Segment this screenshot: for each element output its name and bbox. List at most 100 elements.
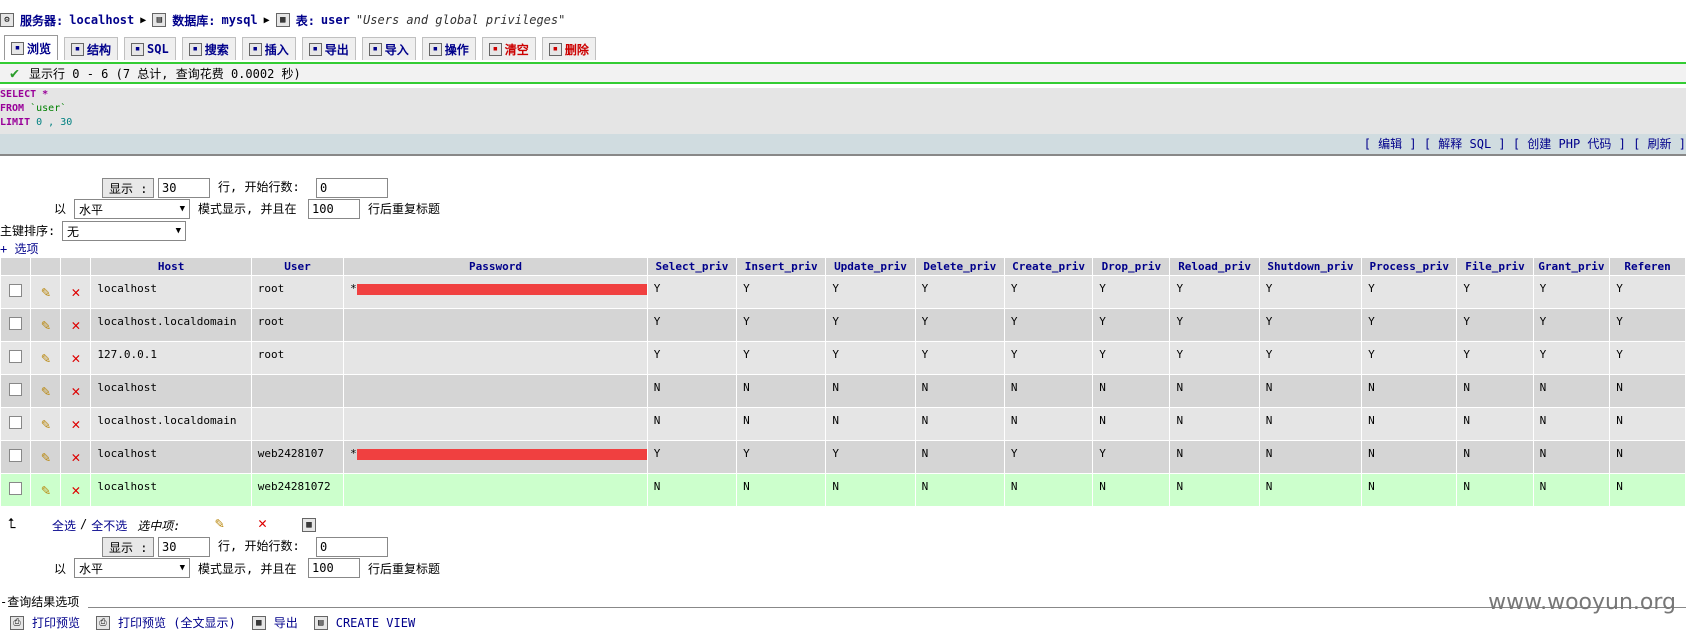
column-header[interactable]: File_priv [1456,257,1534,276]
delete-icon[interactable]: ✕ [71,481,80,499]
column-header[interactable]: Insert_priv [736,257,827,276]
display-mode-select[interactable]: 水平 ▼ [74,199,190,219]
row-checkbox[interactable] [9,416,23,429]
edit-icon[interactable]: ✎ [41,448,50,466]
display-mode-select-bottom[interactable]: 水平 ▼ [74,558,190,578]
sort-select[interactable]: 无 ▼ [62,221,186,241]
row-checkbox[interactable] [9,350,23,363]
cell-privilege: N [1609,374,1686,408]
tab-drop[interactable]: ▪ 删除 [541,37,596,60]
table-row[interactable]: ✎ ✕ localhost root * Y Y Y Y Y Y Y Y Y Y Y Y [0,275,1686,309]
row-checkbox[interactable] [9,284,23,297]
start-row-input-bottom[interactable]: 0 [316,537,388,557]
uncheck-all-link[interactable]: 全不选 [91,517,127,534]
row-checkbox[interactable] [9,383,23,396]
show-button[interactable]: 显示 : [102,178,155,198]
repeat-headers-input[interactable]: 100 [308,199,360,219]
table-row[interactable]: ✎ ✕ localhost web2428107 * Y Y Y N Y Y N N N N N N [0,440,1686,474]
column-header[interactable]: Drop_priv [1092,257,1171,276]
row-checkbox[interactable] [9,482,23,495]
check-all-link[interactable]: 全选 [52,517,76,534]
edit-icon[interactable]: ✎ [41,316,50,334]
column-header[interactable]: Delete_priv [914,257,1005,276]
show-button-bottom[interactable]: 显示 : [102,537,155,557]
cell-privilege: Y [1092,440,1171,474]
tab-structure[interactable]: ▪ 结构 [64,37,119,60]
table-row[interactable]: ✎ ✕ localhost.localdomain N N N N N N N N N N N N [0,407,1686,441]
column-header[interactable]: Host [90,257,252,276]
arrow-up-left-icon: ⮤ [8,516,17,532]
edit-icon[interactable]: ✎ [41,382,50,400]
delete-selected-icon[interactable]: ✕ [258,514,267,532]
edit-icon[interactable]: ✎ [41,283,50,301]
edit-icon[interactable]: ✎ [41,349,50,367]
delete-icon[interactable]: ✕ [71,382,80,400]
delete-icon[interactable]: ✕ [71,283,80,301]
cell-privilege: Y [646,341,738,375]
start-row-input[interactable]: 0 [316,178,388,198]
delete-icon[interactable]: ✕ [71,349,80,367]
with-selected-label: 选中项: [137,519,181,533]
table-link[interactable]: user [321,13,350,27]
tab-browse[interactable]: ▪ 浏览 [4,35,59,60]
delete-icon[interactable]: ✕ [71,415,80,433]
rows-input[interactable]: 30 [158,178,210,198]
selection-controls: 全选 / 全不选 选中项: [52,517,181,534]
cell-privilege: N [646,407,738,441]
divider [0,154,1686,156]
tab-label: 清空 [504,42,529,57]
export-selected-icon[interactable]: ▦ [302,516,316,532]
cell-privilege: Y [825,440,916,474]
sql-table: `user` [30,103,67,114]
export-link[interactable]: 导出 [274,614,298,631]
arrow-right-icon: ▶ [263,14,270,26]
column-header[interactable]: Reload_priv [1169,257,1260,276]
edit-selected-icon[interactable]: ✎ [215,514,224,532]
table-row[interactable]: ✎ ✕ localhost N N N N N N N N N N N N [0,374,1686,408]
tab-export[interactable]: ▪ 导出 [301,37,356,60]
tab-operations[interactable]: ▪ 操作 [421,37,476,60]
cell-privilege: Y [1003,308,1094,342]
column-header[interactable]: Grant_priv [1532,257,1611,276]
tab-sql[interactable]: ▪ SQL [124,37,176,60]
server-link[interactable]: localhost [69,13,134,27]
create-view-link[interactable]: CREATE VIEW [336,616,415,630]
table-row[interactable]: ✎ ✕ localhost web24281072 N N N N N N N N N N N N [0,473,1686,507]
server-icon: ⚙ [0,13,14,27]
edit-icon[interactable]: ✎ [41,481,50,499]
column-header[interactable]: Referen [1609,257,1686,276]
chevron-down-icon: ▼ [179,563,185,573]
repeat-headers-input-bottom[interactable]: 100 [308,558,360,578]
column-header[interactable]: Process_priv [1361,257,1458,276]
row-checkbox[interactable] [9,317,23,330]
table-row[interactable]: ✎ ✕ localhost.localdomain root Y Y Y Y Y Y Y Y Y Y Y Y [0,308,1686,342]
cell-privilege: Y [1532,341,1611,375]
row-checkbox[interactable] [9,449,23,462]
column-header[interactable]: Update_priv [825,257,916,276]
sql-links[interactable]: [ 编辑 ] [ 解释 SQL ] [ 创建 PHP 代码 ] [ 刷新 ] [0,134,1686,154]
tab-insert[interactable]: ▪ 插入 [241,37,296,60]
cell-privilege: Y [1532,275,1611,309]
delete-icon[interactable]: ✕ [71,316,80,334]
database-label: 数据库: [172,13,216,28]
cell-privilege: N [1361,374,1458,408]
database-link[interactable]: mysql [222,13,258,27]
table-row[interactable]: ✎ ✕ 127.0.0.1 root Y Y Y Y Y Y Y Y Y Y Y Y [0,341,1686,375]
cell-privilege: N [736,407,827,441]
options-link[interactable]: + 选项 [0,240,38,257]
column-header[interactable]: Select_priv [646,257,738,276]
tab-search[interactable]: ▪ 搜索 [181,37,236,60]
tab-import[interactable]: ▪ 导入 [361,37,416,60]
rows-input-bottom[interactable]: 30 [158,537,210,557]
column-header[interactable]: Shutdown_priv [1258,257,1363,276]
column-header[interactable]: User [250,257,345,276]
column-header[interactable]: Create_priv [1003,257,1094,276]
print-view-full-link[interactable]: 打印预览 (全文显示) [118,614,236,631]
edit-icon[interactable]: ✎ [41,415,50,433]
cell-privilege: N [1003,473,1094,507]
print-view-link[interactable]: 打印预览 [32,614,80,631]
cell-privilege: Y [1169,341,1260,375]
column-header[interactable]: Password [343,257,648,276]
tab-empty[interactable]: ▪ 清空 [481,37,536,60]
delete-icon[interactable]: ✕ [71,448,80,466]
